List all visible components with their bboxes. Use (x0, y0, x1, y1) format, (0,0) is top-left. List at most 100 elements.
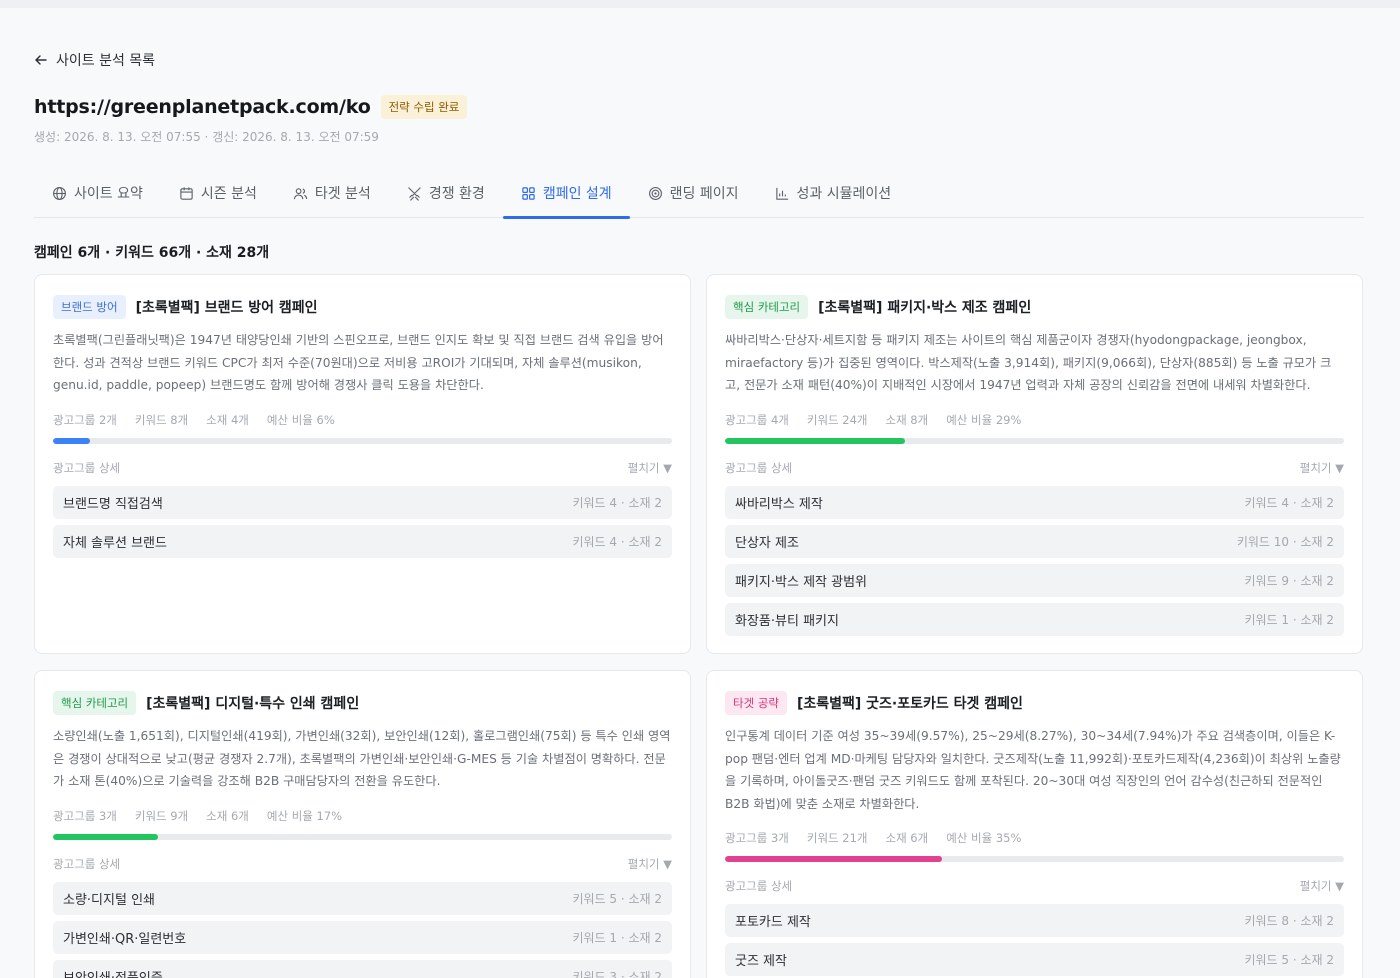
campaign-title: [초록별팩] 패키지·박스 제조 캠페인 (818, 300, 1032, 316)
category-badge: 브랜드 방어 (53, 295, 126, 319)
tab-label: 캠페인 설계 (542, 186, 612, 202)
ad-group-meta: 키워드 10 · 소재 2 (1236, 535, 1334, 549)
tab-season-analysis[interactable]: 시즌 분석 (161, 168, 275, 218)
keyword-count: 키워드 24개 (806, 413, 868, 427)
tab-landing-page[interactable]: 랜딩 페이지 (630, 168, 757, 218)
timestamps: 생성: 2026. 8. 13. 오전 07:55 · 갱신: 2026. 8.… (34, 130, 379, 144)
ad-group-meta: 키워드 8 · 소재 2 (1244, 914, 1334, 928)
campaign-stats: 광고그룹 2개 키워드 8개 소재 4개 예산 비율 6% (53, 412, 672, 428)
ad-group-detail-label: 광고그룹 상세 (725, 461, 793, 475)
ad-group-meta: 키워드 5 · 소재 2 (572, 892, 662, 906)
tab-target-analysis[interactable]: 타겟 분석 (275, 168, 389, 218)
campaign-stats: 광고그룹 3개 키워드 9개 소재 6개 예산 비율 17% (53, 808, 672, 824)
ad-group-item[interactable]: 브랜드명 직접검색 키워드 4 · 소재 2 (53, 486, 672, 519)
keyword-count: 키워드 9개 (134, 809, 189, 823)
tab-label: 타겟 분석 (314, 186, 371, 202)
ad-group-name: 단상자 제조 (735, 536, 799, 551)
campaign-description: 소량인쇄(노출 1,651회), 디지털인쇄(419회), 가변인쇄(32회),… (53, 729, 671, 788)
ad-group-item[interactable]: 보안인쇄·정품인증 키워드 3 · 소재 2 (53, 960, 672, 978)
globe-icon (53, 186, 66, 200)
ad-group-item[interactable]: 패키지·박스 제작 광범위 키워드 9 · 소재 2 (725, 564, 1344, 597)
category-badge: 핵심 카테고리 (53, 691, 137, 715)
site-url: https://greenplanetpack.com/ko (34, 96, 371, 118)
campaign-summary: 캠페인 6개 · 키워드 66개 · 소재 28개 (34, 245, 270, 261)
ad-group-meta: 키워드 4 · 소재 2 (572, 496, 662, 510)
tab-site-summary[interactable]: 사이트 요약 (34, 168, 161, 218)
ad-group-name: 패키지·박스 제작 광범위 (735, 575, 867, 590)
campaign-description: 인구통계 데이터 기준 여성 35~39세(9.57%), 25~29세(8.2… (725, 729, 1341, 811)
ad-group-list: 브랜드명 직접검색 키워드 4 · 소재 2 자체 솔루션 브랜드 키워드 4 … (53, 486, 672, 558)
tab-campaign-design[interactable]: 캠페인 설계 (502, 168, 630, 219)
calendar-icon (180, 186, 193, 200)
ad-group-list: 포토카드 제작 키워드 8 · 소재 2 굿즈 제작 키워드 5 · 소재 2 (725, 904, 1344, 976)
arrow-left-icon (35, 55, 47, 65)
ad-group-list: 싸바리박스 제작 키워드 4 · 소재 2 단상자 제조 키워드 10 · 소재… (725, 486, 1344, 636)
ad-group-item[interactable]: 자체 솔루션 브랜드 키워드 4 · 소재 2 (53, 525, 672, 558)
ad-group-item[interactable]: 포토카드 제작 키워드 8 · 소재 2 (725, 904, 1344, 937)
budget-bar (725, 438, 1344, 444)
campaign-title: [초록별팩] 디지털·특수 인쇄 캠페인 (146, 696, 360, 712)
creative-count: 소재 6개 (885, 831, 929, 845)
ad-group-detail-label: 광고그룹 상세 (53, 857, 121, 871)
back-label: 사이트 분석 목록 (56, 53, 156, 69)
back-link[interactable]: 사이트 분석 목록 (34, 50, 155, 70)
ad-group-name: 싸바리박스 제작 (735, 497, 823, 512)
ad-group-item[interactable]: 단상자 제조 키워드 10 · 소재 2 (725, 525, 1344, 558)
campaign-title: [초록별팩] 브랜드 방어 캠페인 (135, 300, 318, 316)
expand-toggle[interactable]: 펼치기 ▼ (1300, 460, 1344, 476)
ad-group-detail-label: 광고그룹 상세 (53, 461, 121, 475)
ad-group-count: 광고그룹 2개 (53, 413, 117, 427)
keyword-count: 키워드 8개 (134, 413, 189, 427)
ad-group-meta: 키워드 4 · 소재 2 (572, 535, 662, 549)
bar-chart-icon (775, 187, 788, 200)
budget-bar (725, 856, 1344, 862)
campaign-description: 초록별팩(그린플래닛팩)은 1947년 태양당인쇄 기반의 스핀오프로, 브랜드… (53, 333, 664, 392)
ad-group-meta: 키워드 9 · 소재 2 (1244, 574, 1334, 588)
tab-label: 시즌 분석 (200, 186, 257, 202)
ad-group-item[interactable]: 소량·디지털 인쇄 키워드 5 · 소재 2 (53, 882, 672, 915)
budget-ratio: 예산 비율 6% (266, 413, 335, 427)
ad-group-count: 광고그룹 3개 (725, 831, 789, 845)
ad-group-name: 가변인쇄·QR·일련번호 (63, 932, 187, 947)
tab-performance-simulation[interactable]: 성과 시뮬레이션 (757, 168, 910, 218)
creative-count: 소재 4개 (206, 413, 249, 427)
ad-group-meta: 키워드 1 · 소재 2 (1244, 613, 1334, 627)
ad-group-meta: 키워드 3 · 소재 2 (572, 970, 662, 978)
budget-bar-fill (53, 834, 158, 840)
ad-group-meta: 키워드 1 · 소재 2 (572, 931, 662, 945)
ad-group-meta: 키워드 5 · 소재 2 (1244, 953, 1334, 967)
expand-toggle[interactable]: 펼치기 ▼ (1300, 878, 1344, 894)
expand-toggle[interactable]: 펼치기 ▼ (628, 856, 672, 872)
expand-toggle[interactable]: 펼치기 ▼ (628, 460, 672, 476)
campaign-card: 핵심 카테고리 [초록별팩] 패키지·박스 제조 캠페인 싸바리박스·단상자·세… (706, 274, 1363, 654)
status-badge: 전략 수립 완료 (380, 95, 468, 119)
budget-bar-fill (53, 438, 90, 444)
ad-group-name: 화장품·뷰티 패키지 (735, 614, 839, 629)
budget-bar (53, 834, 672, 840)
tab-bar: 사이트 요약 시즌 분석 타겟 분석 경쟁 환경 캠페인 설계 랜딩 페이지 성… (34, 168, 1364, 219)
ad-group-list: 소량·디지털 인쇄 키워드 5 · 소재 2 가변인쇄·QR·일련번호 키워드 … (53, 882, 672, 978)
swords-icon (408, 186, 421, 201)
top-strip (0, 0, 1400, 8)
ad-group-name: 굿즈 제작 (735, 954, 787, 969)
category-badge: 핵심 카테고리 (725, 295, 809, 319)
ad-group-item[interactable]: 싸바리박스 제작 키워드 4 · 소재 2 (725, 486, 1344, 519)
creative-count: 소재 6개 (206, 809, 249, 823)
budget-bar-fill (725, 856, 942, 862)
ad-group-name: 브랜드명 직접검색 (63, 497, 163, 512)
campaign-card: 핵심 카테고리 [초록별팩] 디지털·특수 인쇄 캠페인 소량인쇄(노출 1,6… (34, 670, 691, 978)
tab-label: 사이트 요약 (74, 186, 143, 202)
ad-group-item[interactable]: 가변인쇄·QR·일련번호 키워드 1 · 소재 2 (53, 921, 672, 954)
campaign-card: 타겟 공략 [초록별팩] 굿즈·포토카드 타겟 캠페인 인구통계 데이터 기준 … (706, 670, 1363, 978)
budget-ratio: 예산 비율 17% (266, 809, 343, 823)
ad-group-item[interactable]: 화장품·뷰티 패키지 키워드 1 · 소재 2 (725, 603, 1344, 636)
ad-group-detail-label: 광고그룹 상세 (725, 879, 793, 893)
target-icon (648, 186, 662, 200)
campaign-title: [초록별팩] 굿즈·포토카드 타겟 캠페인 (796, 696, 1023, 712)
ad-group-item[interactable]: 굿즈 제작 키워드 5 · 소재 2 (725, 943, 1344, 976)
ad-group-count: 광고그룹 3개 (53, 809, 117, 823)
title-row: https://greenplanetpack.com/ko 전략 수립 완료 (34, 95, 468, 119)
ad-group-name: 포토카드 제작 (735, 915, 811, 930)
creative-count: 소재 8개 (885, 413, 929, 427)
tab-competition[interactable]: 경쟁 환경 (389, 168, 503, 218)
